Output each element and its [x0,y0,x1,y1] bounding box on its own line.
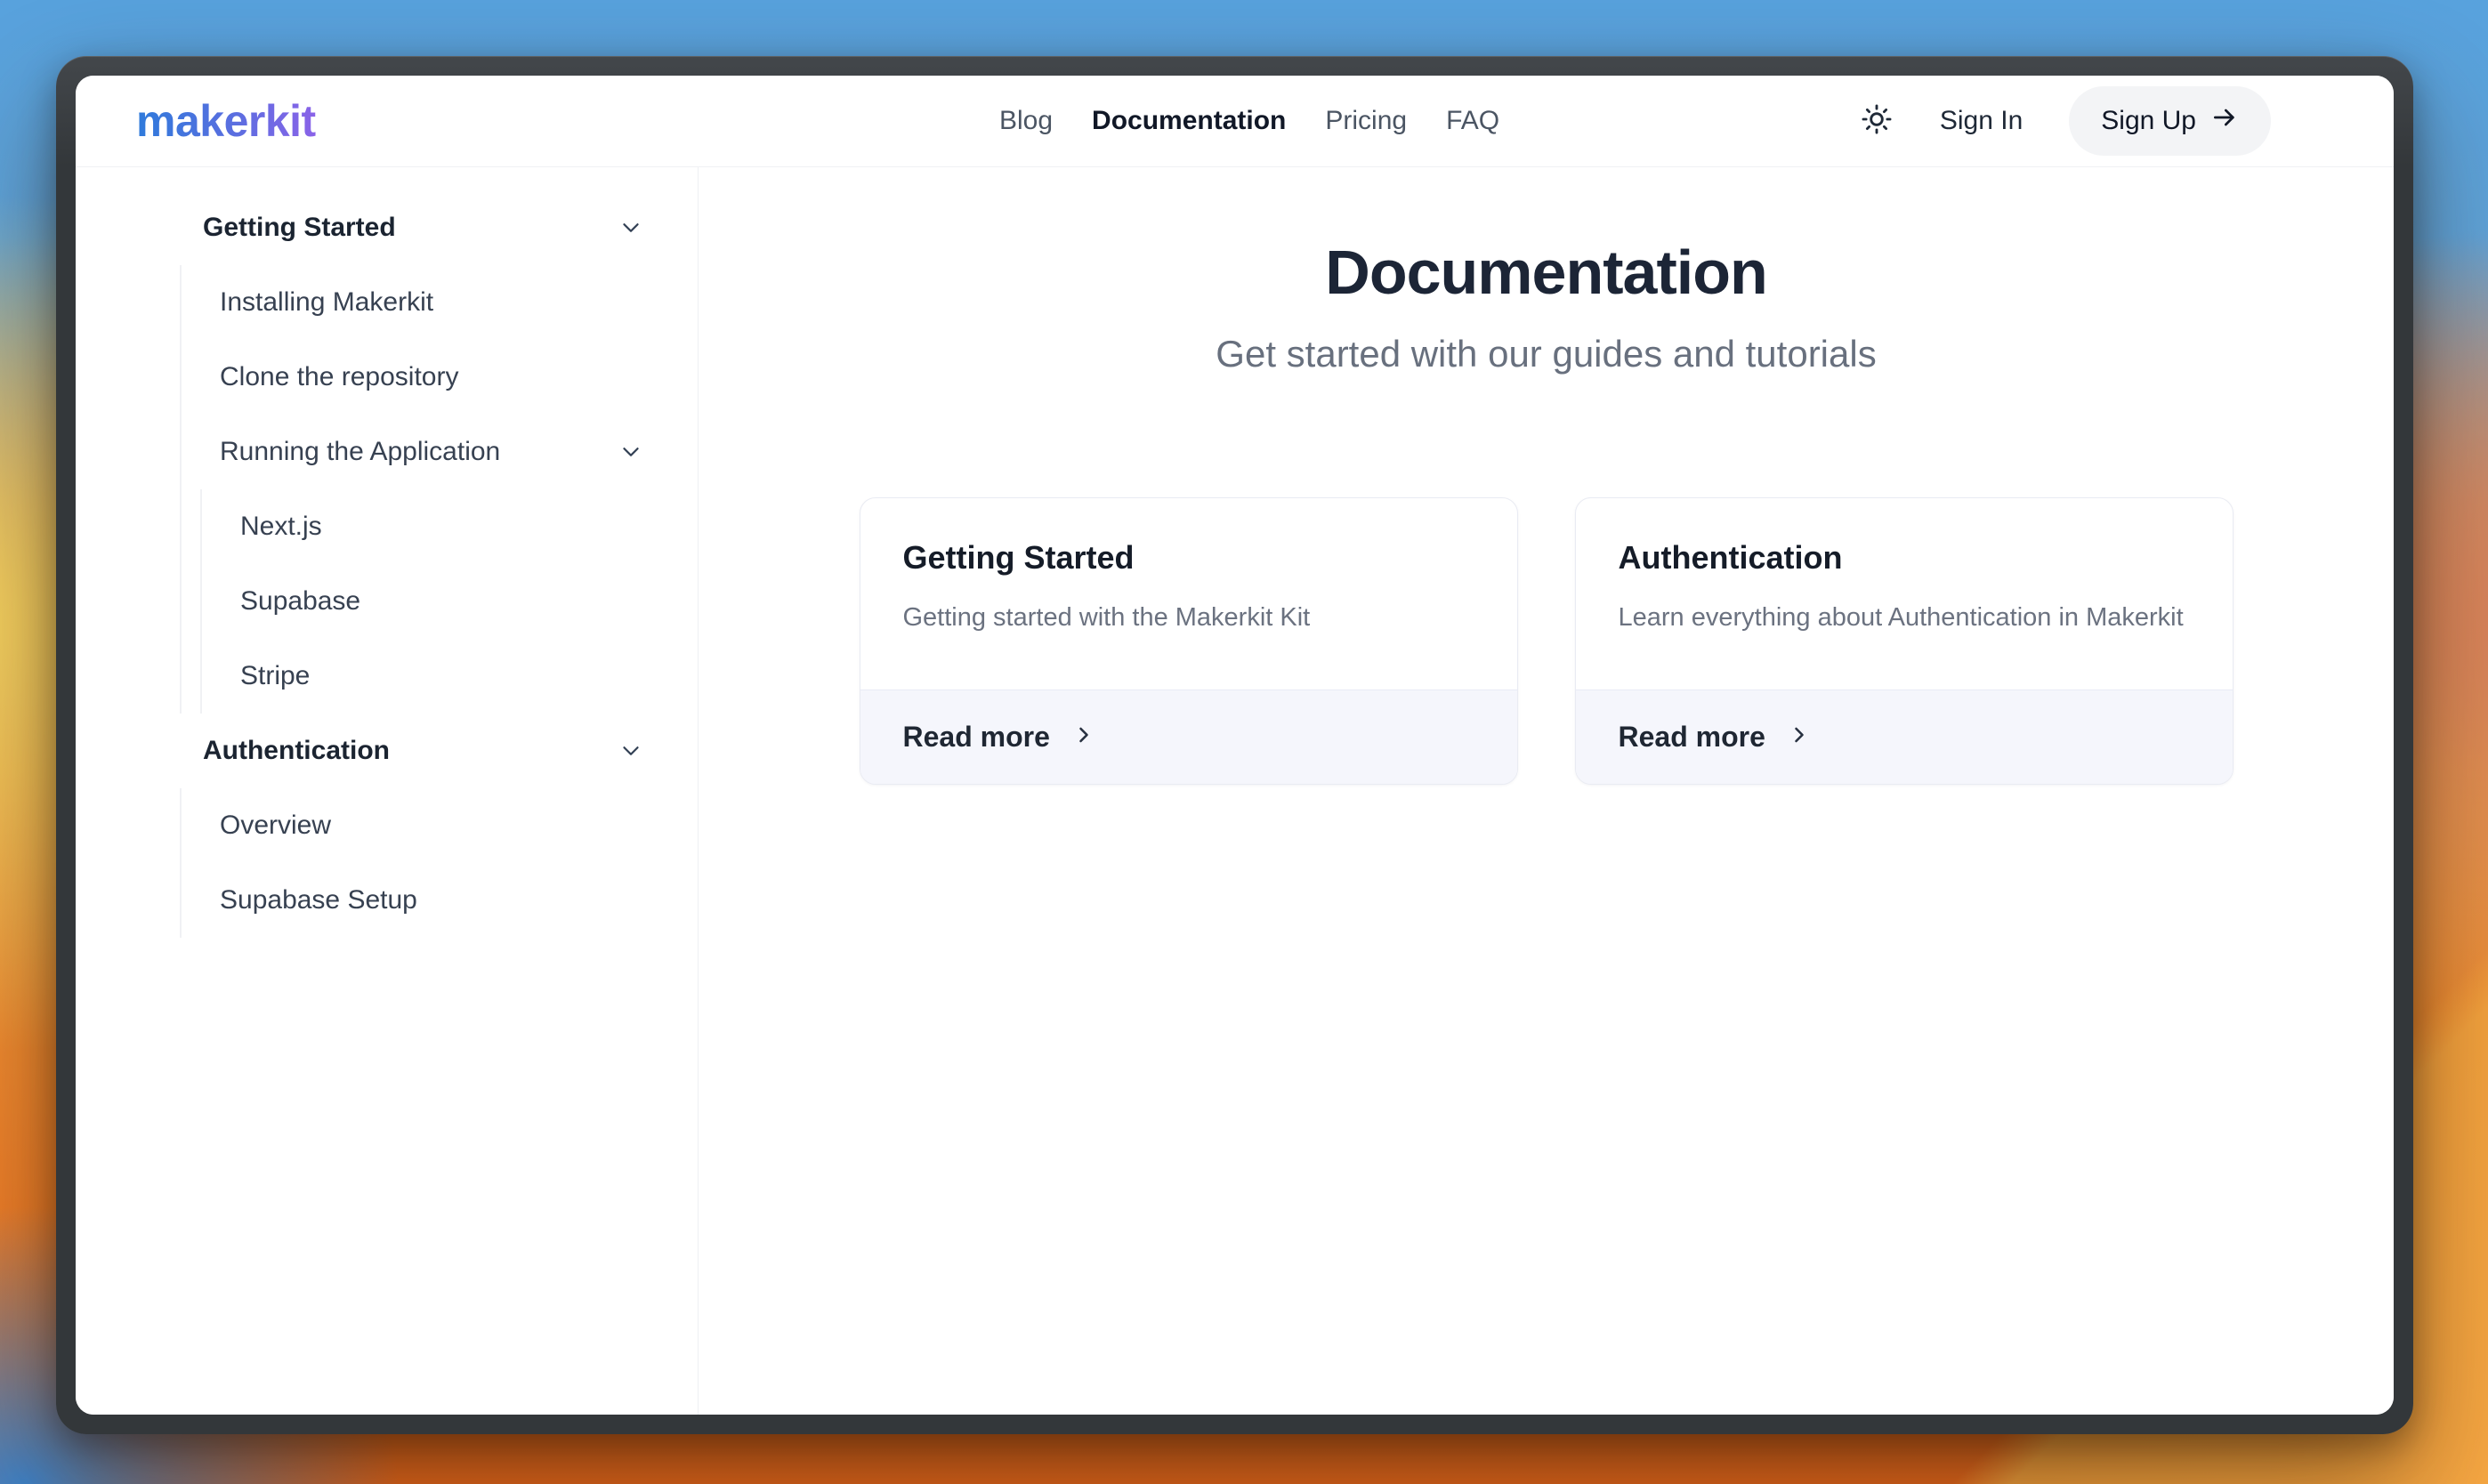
sidebar-group-authentication: Overview Supabase Setup [180,788,698,938]
sidebar-item-nextjs[interactable]: Next.js [202,489,698,564]
card-getting-started[interactable]: Getting Started Getting started with the… [859,497,1518,785]
card-body: Authentication Learn everything about Au… [1576,498,2233,689]
read-more-link[interactable]: Read more [860,689,1517,784]
sidebar-item-running-the-application[interactable]: Running the Application [182,415,698,489]
nav-item-documentation[interactable]: Documentation [1092,106,1286,136]
nav-item-faq[interactable]: FAQ [1446,106,1499,136]
app-screen: makerkit Blog Documentation Pricing FAQ [76,76,2394,1415]
card-authentication[interactable]: Authentication Learn everything about Au… [1574,497,2234,785]
theme-toggle-button[interactable] [1860,102,1894,141]
read-more-label: Read more [1618,720,1765,753]
page-subtitle: Get started with our guides and tutorial… [1216,333,1877,375]
sidebar-item-supabase-setup[interactable]: Supabase Setup [182,863,698,938]
sidebar-group-getting-started: Installing Makerkit Clone the repository… [180,265,698,714]
page-body: Getting Started Installing Makerkit Clon… [76,167,2394,1415]
docs-sidebar: Getting Started Installing Makerkit Clon… [76,167,699,1415]
sign-up-label: Sign Up [2101,106,2196,135]
desktop-wallpaper: makerkit Blog Documentation Pricing FAQ [0,0,2488,1484]
browser-window-frame: makerkit Blog Documentation Pricing FAQ [56,56,2413,1434]
read-more-label: Read more [902,720,1050,753]
card-description: Learn everything about Authentication in… [1618,603,2184,633]
page-title: Documentation [1325,238,1767,307]
chevron-down-icon [618,214,644,241]
sidebar-item-clone-the-repository[interactable]: Clone the repository [182,340,698,415]
site-header: makerkit Blog Documentation Pricing FAQ [76,76,2394,167]
nav-item-pricing[interactable]: Pricing [1325,106,1407,136]
card-body: Getting Started Getting started with the… [860,498,1517,689]
nav-item-blog[interactable]: Blog [999,106,1053,136]
sidebar-item-stripe[interactable]: Stripe [202,639,698,714]
sidebar-item-installing-makerkit[interactable]: Installing Makerkit [182,265,698,340]
arrow-right-icon [2210,103,2239,139]
docs-card-grid: Getting Started Getting started with the… [699,497,2394,785]
sign-in-link[interactable]: Sign In [1940,106,2023,136]
chevron-right-icon [1787,722,1812,752]
docs-main: Documentation Get started with our guide… [699,167,2394,1415]
card-description: Getting started with the Makerkit Kit [902,603,1311,633]
main-nav: Blog Documentation Pricing FAQ [999,76,1499,166]
read-more-link[interactable]: Read more [1575,689,2233,784]
chevron-down-icon [618,738,644,764]
sidebar-group-running-the-application: Next.js Supabase Stripe [200,489,698,714]
sidebar-item-overview[interactable]: Overview [182,788,698,863]
chevron-right-icon [1071,722,1096,752]
sidebar-section-getting-started[interactable]: Getting Started [76,190,698,265]
makerkit-logo[interactable]: makerkit [136,95,316,147]
sign-up-button[interactable]: Sign Up [2069,86,2271,156]
chevron-down-icon [618,439,644,465]
sidebar-item-supabase[interactable]: Supabase [202,564,698,639]
card-title: Getting Started [902,539,1135,577]
sun-icon [1860,102,1894,141]
header-actions: Sign In Sign Up [1860,76,2271,166]
card-title: Authentication [1618,539,1843,577]
sidebar-section-authentication[interactable]: Authentication [76,714,698,788]
